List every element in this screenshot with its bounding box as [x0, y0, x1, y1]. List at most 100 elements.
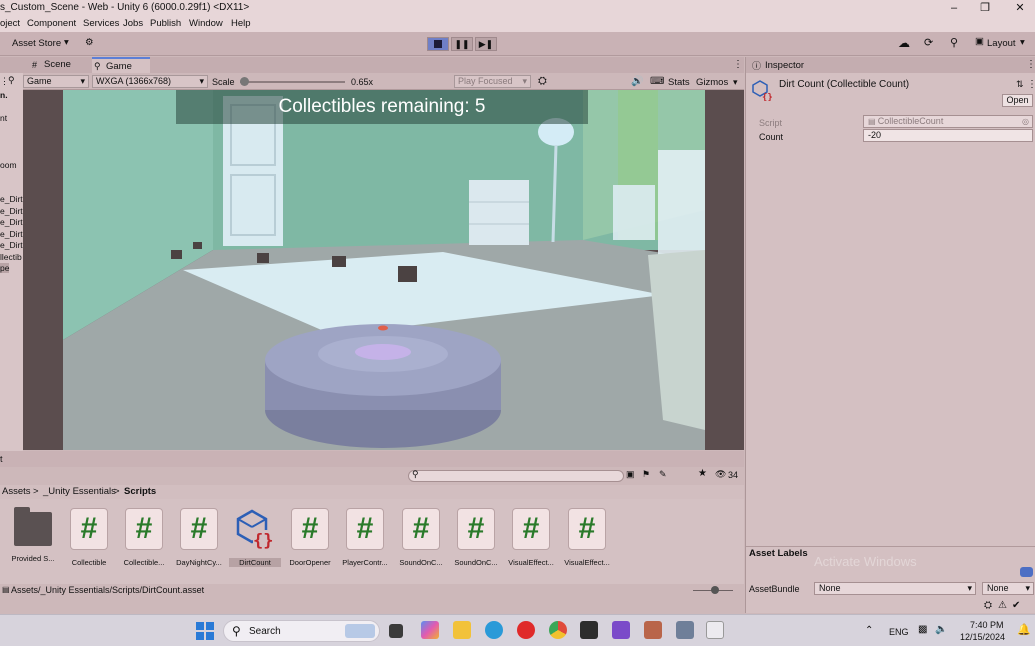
menu-component[interactable]: Component [27, 18, 76, 29]
asset-item[interactable]: # Collectible... [118, 508, 170, 567]
tab-scene[interactable]: # Scene [30, 57, 88, 73]
project-tab-fragment[interactable]: t [0, 454, 3, 464]
asset-item[interactable]: # VisualEffect... [561, 508, 613, 567]
bug-icon[interactable]: ⛭ [538, 75, 547, 88]
calculator-icon[interactable] [676, 621, 694, 639]
more-options-icon[interactable]: ⋮ [733, 59, 743, 70]
search-icon[interactable]: ⚲ [950, 36, 958, 49]
scale-slider-handle[interactable] [240, 77, 249, 86]
hierarchy-item[interactable]: e_Dirt [0, 217, 23, 227]
copilot-icon[interactable] [421, 621, 439, 639]
menu-window[interactable]: Window [189, 18, 223, 29]
script-value: CollectibleCount [877, 116, 944, 126]
gear-icon[interactable]: ⚙ [85, 37, 94, 48]
asset-item[interactable]: # DayNightCy... [173, 508, 225, 567]
breadcrumb-scripts[interactable]: Scripts [124, 486, 156, 497]
csharp-script-icon: # [346, 508, 384, 550]
layout-dropdown[interactable]: Layout [987, 38, 1016, 49]
display-dropdown[interactable]: Game ▾ [23, 75, 89, 88]
pause-button[interactable]: ❚❚ [451, 37, 473, 51]
asset-bundle-variant-dropdown[interactable]: None ▾ [982, 582, 1034, 595]
cloud-icon[interactable]: ☁ [898, 36, 910, 50]
asset-item[interactable]: # VisualEffect... [505, 508, 557, 567]
language-indicator[interactable]: ENG [889, 627, 909, 637]
resolution-dropdown[interactable]: WXGA (1366x768) ▾ [92, 75, 208, 88]
clock-time[interactable]: 7:40 PM [970, 620, 1004, 630]
hierarchy-item[interactable]: pe [0, 263, 10, 273]
menu-publish[interactable]: Publish [150, 18, 181, 29]
asset-item[interactable]: # PlayerContr... [339, 508, 391, 567]
bug-icon[interactable]: ⛭ [984, 600, 992, 611]
stop-button[interactable] [427, 37, 449, 51]
package-icon[interactable] [644, 621, 662, 639]
step-button[interactable]: ▶❚ [475, 37, 497, 51]
hierarchy-item[interactable]: e_Dirt [0, 240, 23, 250]
type-filter-icon[interactable]: ⚑ [642, 469, 650, 480]
menu-services[interactable]: Services [83, 18, 119, 29]
visual-studio-icon[interactable] [612, 621, 630, 639]
check-circle-icon[interactable]: ✔ [1012, 600, 1020, 611]
play-focused-dropdown[interactable]: Play Focused ▾ [454, 75, 531, 88]
label-filter-icon[interactable]: ✎ [659, 469, 667, 480]
hierarchy-item[interactable]: n. [0, 90, 8, 100]
asset-store-button[interactable]: Asset Store [12, 38, 61, 49]
network-icon[interactable]: ▩ [918, 624, 927, 635]
asset-item[interactable]: # SoundOnC... [395, 508, 447, 567]
stats-button[interactable]: Stats [668, 77, 690, 88]
file-explorer-icon[interactable] [453, 621, 471, 639]
menu-help[interactable]: Help [231, 18, 251, 29]
notifications-icon[interactable]: 🔔 [1017, 623, 1031, 636]
chrome-browser-icon[interactable] [549, 621, 567, 639]
tag-icon[interactable] [1020, 567, 1033, 577]
keyboard-icon[interactable]: ⌨ [650, 76, 664, 87]
favorite-star-icon[interactable]: ★ [698, 468, 707, 479]
unity-icon[interactable] [706, 621, 724, 639]
hierarchy-item[interactable]: e_Dirt [0, 229, 23, 239]
breadcrumb-assets[interactable]: Assets [2, 486, 31, 497]
hierarchy-item[interactable]: e_Dirt [0, 206, 23, 216]
open-button[interactable]: Open [1002, 94, 1033, 107]
asset-item[interactable]: # SoundOnC... [450, 508, 502, 567]
menu-jobs[interactable]: Jobs [123, 18, 143, 29]
settings-icon[interactable]: ⇅ [1016, 79, 1024, 90]
icon-size-slider[interactable] [693, 586, 733, 594]
maximize-button[interactable]: ❐ [970, 0, 1000, 16]
asset-item[interactable]: Provided S... [7, 507, 59, 563]
asset-item-selected[interactable]: {} DirtCount [229, 508, 281, 567]
tab-game[interactable]: ⚲ Game [92, 57, 150, 73]
hierarchy-item[interactable]: nt [0, 113, 7, 123]
breadcrumb-unity-essentials[interactable]: _Unity Essentials [43, 486, 116, 497]
gizmos-button[interactable]: Gizmos [696, 77, 728, 88]
asset-item[interactable]: # Collectible [63, 508, 115, 567]
hierarchy-item[interactable]: e_Dirt [0, 194, 23, 204]
edge-browser-icon[interactable] [485, 621, 503, 639]
minimize-button[interactable]: – [939, 0, 969, 16]
taskbar-search-input[interactable]: ⚲ Search [223, 620, 380, 642]
chevron-up-icon[interactable]: ⌃ [865, 625, 873, 636]
opera-browser-icon[interactable] [517, 621, 535, 639]
inspector-tab[interactable]: Inspector [765, 60, 804, 71]
filter-icon[interactable]: ▣ [626, 469, 635, 480]
hierarchy-item[interactable]: llectib [0, 252, 22, 262]
icon-size-slider-handle[interactable] [711, 586, 719, 594]
game-viewport[interactable] [23, 90, 744, 450]
audio-icon[interactable]: 🔊 [631, 76, 643, 87]
search-icon[interactable]: ⚲ [8, 75, 15, 86]
task-view-icon[interactable] [389, 624, 403, 638]
hierarchy-item[interactable]: oom [0, 160, 17, 170]
warning-icon[interactable]: ⚠ [998, 600, 1007, 611]
project-search-input[interactable]: ⚲ [408, 469, 624, 482]
asset-bundle-dropdown[interactable]: None ▾ [814, 582, 976, 595]
count-field[interactable]: -20 [863, 129, 1033, 142]
menu-project[interactable]: oject [0, 18, 20, 29]
more-options-icon[interactable]: ⋮ [1027, 79, 1035, 90]
windows-start-icon[interactable] [196, 622, 214, 640]
scale-slider[interactable] [240, 77, 345, 86]
volume-icon[interactable]: 🔈 [935, 624, 947, 635]
asset-item[interactable]: # DoorOpener [284, 508, 336, 567]
more-options-icon[interactable]: ⋮ [1026, 59, 1035, 70]
clock-date[interactable]: 12/15/2024 [960, 632, 1005, 642]
terminal-icon[interactable] [580, 621, 598, 639]
history-icon[interactable]: ⟳ [924, 36, 933, 49]
close-button[interactable]: ✕ [1005, 0, 1035, 16]
